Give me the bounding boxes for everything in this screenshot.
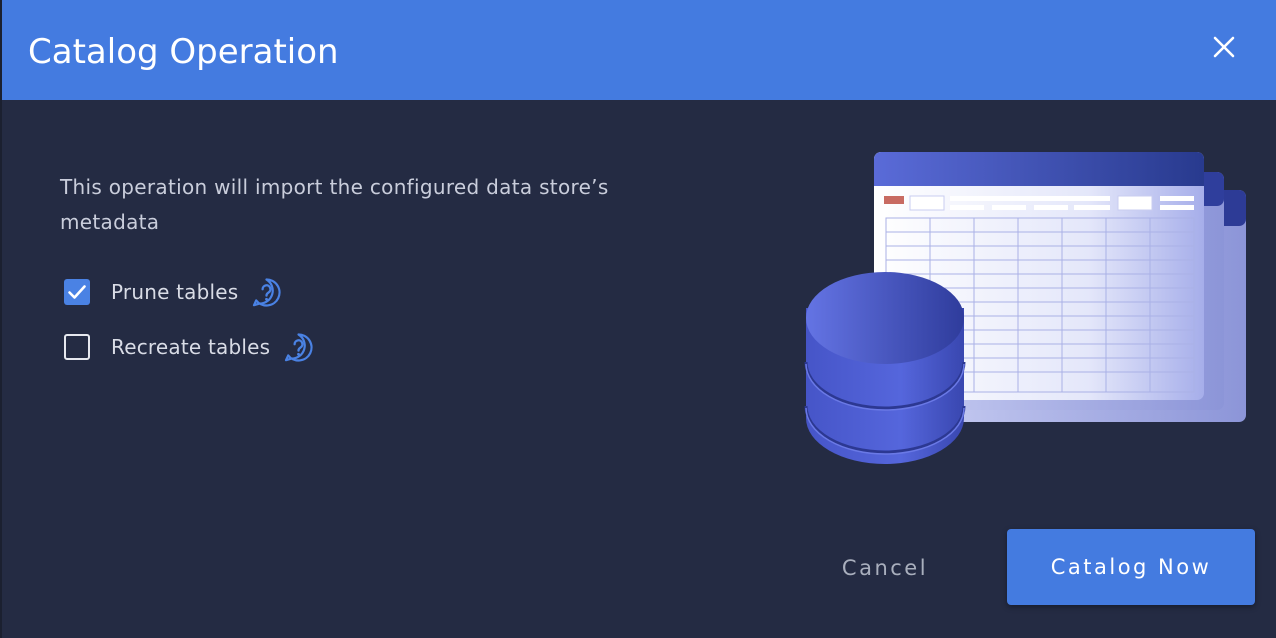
option-prune-tables[interactable]: Prune tables — [64, 276, 282, 308]
option-recreate-tables[interactable]: Recreate tables — [64, 331, 314, 363]
close-icon[interactable] — [1205, 30, 1241, 66]
prune-tables-checkbox[interactable] — [64, 279, 90, 305]
dialog-header: Catalog Operation — [2, 0, 1276, 100]
catalog-now-button[interactable]: Catalog Now — [1007, 529, 1255, 605]
question-bubble-icon[interactable] — [251, 277, 282, 308]
recreate-tables-label: Recreate tables — [111, 335, 271, 359]
question-bubble-icon[interactable] — [283, 332, 314, 363]
catalog-dialog: Catalog Operation This operation will im… — [2, 0, 1276, 638]
checkmark-icon — [68, 285, 86, 299]
cancel-button[interactable]: Cancel — [820, 548, 950, 588]
database-spreadsheet-illustration — [804, 152, 1246, 464]
prune-tables-label: Prune tables — [111, 280, 239, 304]
dialog-description: This operation will import the configure… — [60, 175, 609, 234]
dialog-title: Catalog Operation — [28, 32, 339, 72]
recreate-tables-checkbox[interactable] — [64, 334, 90, 360]
